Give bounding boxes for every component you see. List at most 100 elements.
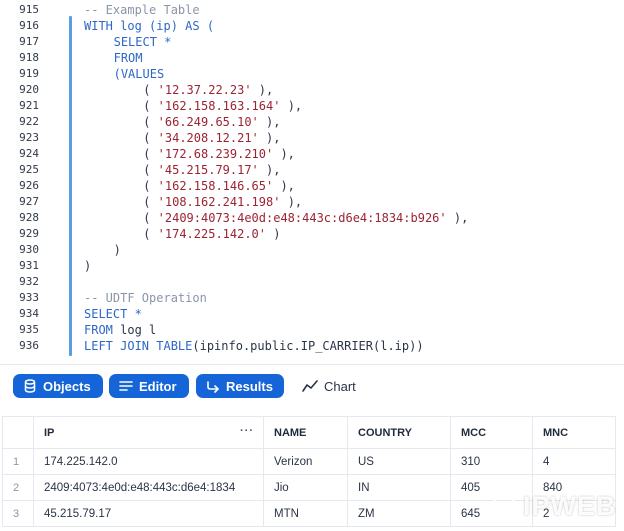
code-line: 936 LEFT JOIN TABLE(ipinfo.public.IP_CARR… (0, 338, 624, 354)
code-token: ( (143, 179, 158, 193)
code-token: ( (143, 163, 158, 177)
cell-name[interactable]: Jio (263, 474, 348, 501)
code-token: ( (143, 211, 158, 225)
sql-editor[interactable]: 915 -- Example Table 916 WITH log (ip) AS (… (0, 0, 624, 364)
return-arrow-icon (207, 381, 219, 393)
cell-country[interactable]: US (347, 448, 451, 475)
code-token: (ipinfo.public.IP_CARRIER(l.ip)) (192, 339, 424, 353)
line-number: 934 (19, 307, 39, 320)
line-number: 936 (19, 339, 39, 352)
header-mnc[interactable]: MNC (532, 416, 616, 449)
code-token: -- UDTF Operation (84, 291, 207, 305)
code-token: ), (273, 147, 295, 161)
line-number: 935 (19, 323, 39, 336)
code-line: 932 (0, 274, 624, 290)
code-token: '172.68.239.210' (157, 147, 274, 161)
code-text: (VALUES (114, 66, 165, 82)
database-icon (24, 379, 36, 393)
code-token: '45.215.79.17' (157, 163, 259, 177)
cell-ip[interactable]: 174.225.142.0 (33, 448, 264, 475)
table-header-row: IP ··· NAME COUNTRY MCC MNC (2, 416, 616, 449)
code-line: 920 ( '12.37.22.23' ), (0, 82, 624, 98)
header-mcc[interactable]: MCC (450, 416, 533, 449)
code-token: FROM (113, 51, 143, 65)
cell-ip[interactable]: 2409:4073:4e0d:e48:443c:d6e4:1834 (33, 474, 264, 501)
results-label: Results (226, 378, 273, 394)
line-number: 929 (19, 227, 39, 240)
line-number: 932 (19, 275, 39, 288)
code-text: FROM (114, 50, 143, 66)
cell-mnc[interactable]: 4 (532, 448, 616, 475)
objects-label: Objects (43, 378, 91, 394)
code-line: 918 FROM (0, 50, 624, 66)
cell-name[interactable]: MTN (263, 500, 348, 527)
code-token: ) (113, 243, 121, 257)
cell-country[interactable]: ZM (347, 500, 451, 527)
code-token: ( (143, 147, 158, 161)
code-token: FROM (84, 323, 113, 337)
code-text: -- Example Table (84, 2, 200, 18)
code-text: ( '162.158.146.65' ), (143, 178, 295, 194)
code-line: 924 ( '172.68.239.210' ), (0, 146, 624, 162)
code-text: SELECT * (84, 306, 142, 322)
line-number: 930 (19, 243, 39, 256)
chart-tab[interactable]: Chart (300, 374, 365, 398)
code-text: WITH log (ip) AS ( (84, 18, 214, 34)
code-token: ( (143, 83, 158, 97)
code-line: 923 ( '34.208.12.21' ), (0, 130, 624, 146)
header-name[interactable]: NAME (263, 416, 348, 449)
results-button[interactable]: Results (196, 374, 284, 398)
code-text: ( '172.68.239.210' ), (143, 146, 295, 162)
code-line: 926 ( '162.158.146.65' ), (0, 178, 624, 194)
row-index: 2 (2, 474, 34, 501)
header-country[interactable]: COUNTRY (347, 416, 451, 449)
code-text: ( '12.37.22.23' ), (143, 82, 273, 98)
line-chart-icon (302, 380, 318, 392)
header-ip[interactable]: IP ··· (33, 416, 264, 449)
line-number: 928 (19, 211, 39, 224)
cell-country[interactable]: IN (347, 474, 451, 501)
editor-label: Editor (139, 378, 177, 394)
code-line: 917 SELECT * (0, 34, 624, 50)
code-line: 935 FROM log l (0, 322, 624, 338)
line-number: 933 (19, 291, 39, 304)
code-text: FROM log l (84, 322, 156, 338)
cell-mcc[interactable]: 310 (450, 448, 533, 475)
code-token: ), (273, 179, 295, 193)
code-token: '66.249.65.10' (157, 115, 259, 129)
code-token: AS ( (185, 19, 215, 33)
editor-button[interactable]: Editor (109, 374, 189, 398)
code-line: 931) (0, 258, 624, 274)
code-text: SELECT * (114, 34, 172, 50)
code-token: ), (258, 115, 281, 129)
code-token: '2409:4073:4e0d:e48:443c:d6e4:1834:b926' (157, 211, 447, 225)
code-text: ( '162.158.163.164' ), (143, 98, 302, 114)
code-text: ( '34.208.12.21' ), (143, 130, 280, 146)
code-token: ) (266, 227, 281, 241)
code-token: ), (251, 83, 274, 97)
code-token: '12.37.22.23' (157, 83, 252, 97)
code-token: (VALUES (113, 67, 165, 81)
code-token: -- Example Table (84, 3, 200, 17)
code-token: ( (143, 227, 158, 241)
cell-name[interactable]: Verizon (263, 448, 348, 475)
header-ip-label: IP (44, 426, 55, 439)
code-token: '108.162.241.198' (157, 195, 281, 209)
code-token: '162.158.163.164' (157, 99, 281, 113)
code-line: 919 (VALUES (0, 66, 624, 82)
objects-button[interactable]: Objects (13, 374, 103, 398)
watermark-text: IPWEB (523, 490, 617, 521)
code-text: ) (84, 258, 91, 274)
code-token: log (ip) (112, 19, 186, 33)
column-menu-icon[interactable]: ··· (240, 425, 254, 437)
row-index: 3 (2, 500, 34, 527)
code-text: ( '66.249.65.10' ), (143, 114, 280, 130)
code-line: 925 ( '45.215.79.17' ), (0, 162, 624, 178)
code-line: 927 ( '108.162.241.198' ), (0, 194, 624, 210)
line-number: 931 (19, 259, 39, 272)
code-token: LEFT JOIN TABLE (84, 339, 193, 353)
cell-ip[interactable]: 45.215.79.17 (33, 500, 264, 527)
code-line: 921 ( '162.158.163.164' ), (0, 98, 624, 114)
table-row[interactable]: 1 174.225.142.0 Verizon US 310 4 (2, 448, 616, 475)
line-number: 924 (19, 147, 39, 160)
